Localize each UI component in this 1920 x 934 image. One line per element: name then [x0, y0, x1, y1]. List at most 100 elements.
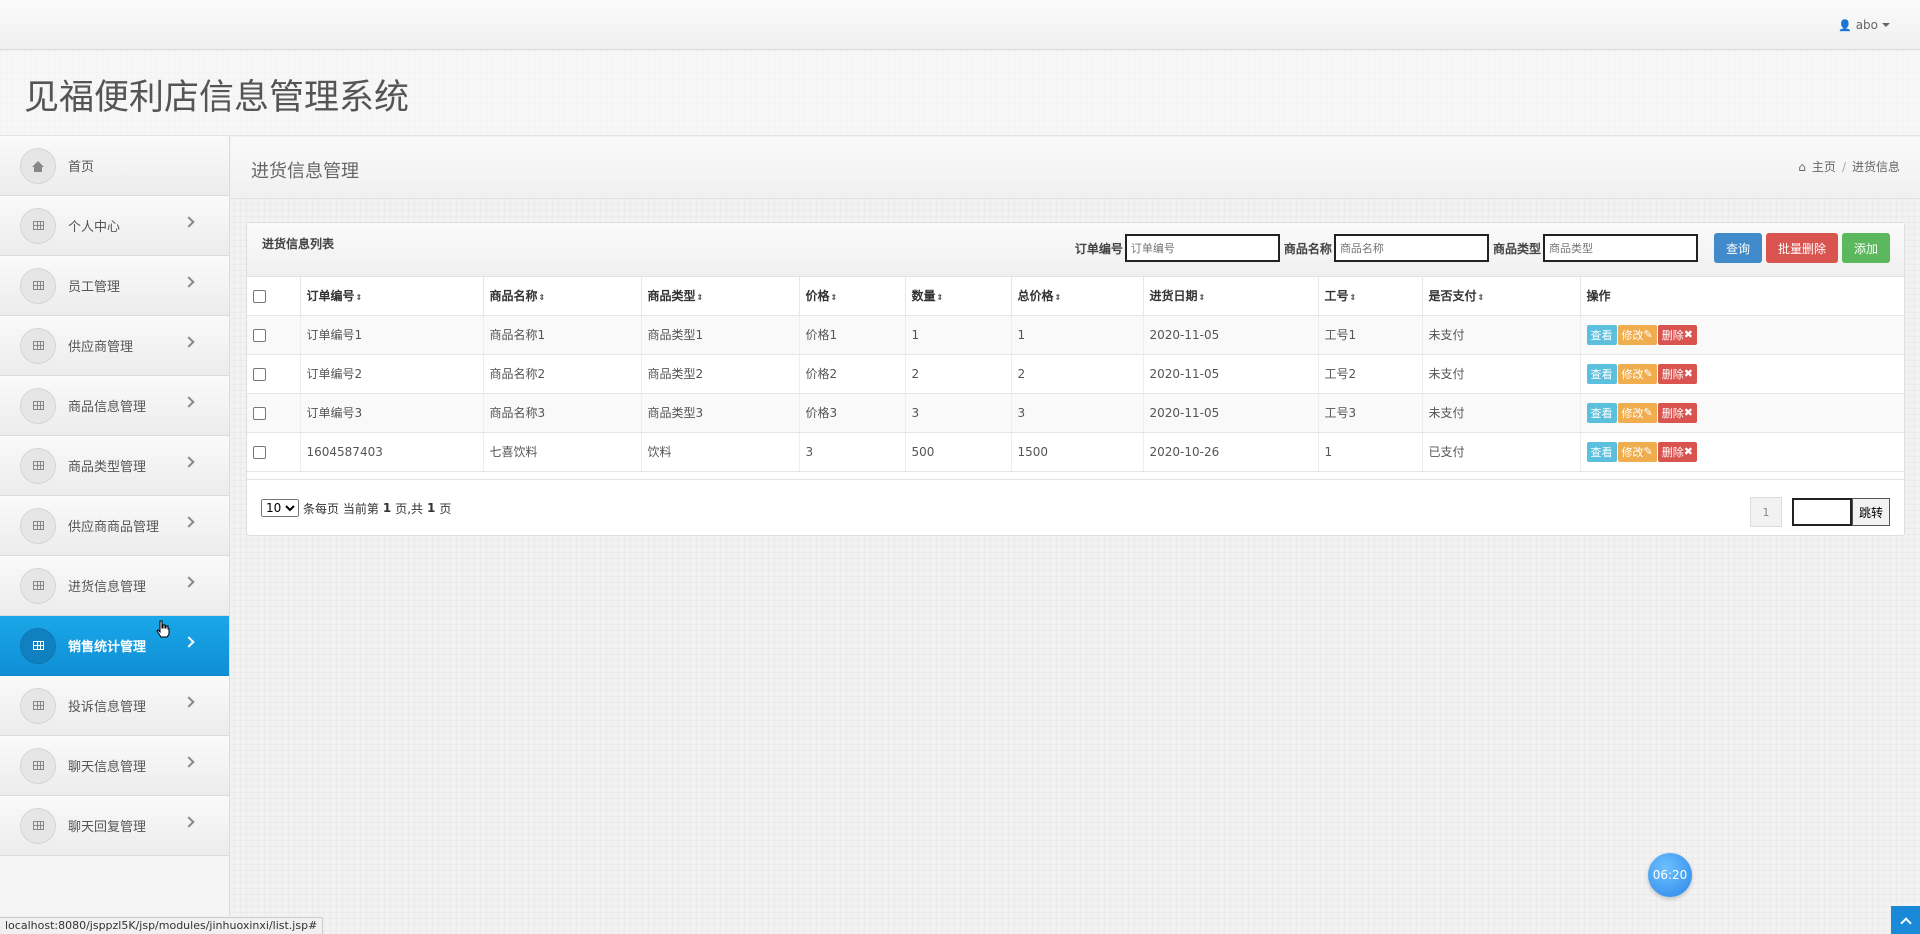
sidebar-item-9[interactable]: 投诉信息管理 — [0, 676, 229, 736]
sidebar-icon-circle — [20, 807, 56, 844]
column-header[interactable]: 价格⇕ — [799, 277, 906, 316]
clock-widget[interactable]: 06:20 — [1648, 853, 1692, 897]
jump-page-input[interactable] — [1791, 498, 1852, 526]
column-header[interactable]: 订单编号⇕ — [300, 277, 484, 316]
view-button-label: 查看 — [1590, 367, 1613, 381]
edit-button[interactable]: 修改 ✎ — [1617, 402, 1657, 423]
column-header-label: 是否支付 — [1428, 289, 1477, 304]
table-cell: 1500 — [1011, 432, 1144, 472]
view-button[interactable]: 查看 — [1586, 402, 1617, 423]
sidebar-item-label: 聊天回复管理 — [68, 820, 147, 835]
view-button[interactable]: 查看 — [1586, 441, 1617, 462]
delete-button[interactable]: 删除 ✖ — [1657, 441, 1697, 462]
sidebar-item-label: 销售统计管理 — [68, 640, 147, 655]
column-header[interactable]: 数量⇕ — [905, 277, 1012, 316]
sidebar-item-label: 首页 — [68, 160, 95, 175]
query-button[interactable]: 查询 — [1713, 233, 1762, 263]
grid-icon — [32, 341, 44, 350]
sidebar-item-8[interactable]: 销售统计管理 — [0, 616, 229, 676]
sidebar-item-5[interactable]: 商品类型管理 — [0, 436, 229, 496]
sidebar-item-label: 供应商商品管理 — [68, 520, 160, 535]
delete-button[interactable]: 删除 ✖ — [1657, 402, 1697, 423]
column-header: 操作 — [1580, 277, 1904, 316]
select-all-checkbox[interactable] — [253, 289, 266, 303]
sidebar-item-11[interactable]: 聊天回复管理 — [0, 796, 229, 856]
row-checkbox[interactable] — [253, 328, 266, 342]
sidebar-item-3[interactable]: 供应商管理 — [0, 316, 229, 376]
table-cell: 订单编号1 — [300, 315, 484, 355]
column-header[interactable]: 商品类型⇕ — [641, 277, 800, 316]
column-header[interactable]: 总价格⇕ — [1011, 277, 1144, 316]
sidebar-item-10[interactable]: 聊天信息管理 — [0, 736, 229, 796]
scroll-to-top-button[interactable] — [1891, 906, 1920, 934]
sidebar-item-label: 商品类型管理 — [68, 460, 147, 475]
row-actions-cell: 查看 修改 ✎ 删除 ✖ — [1580, 393, 1904, 433]
chevron-right-icon — [183, 696, 195, 708]
grid-icon — [32, 461, 44, 470]
edit-button[interactable]: 修改 ✎ — [1617, 441, 1657, 462]
close-icon: ✖ — [1683, 406, 1693, 419]
grid-icon — [32, 401, 44, 410]
sidebar-icon-circle — [20, 147, 56, 184]
row-checkbox[interactable] — [253, 406, 266, 420]
sort-icon: ⇕ — [936, 293, 944, 303]
breadcrumb-home[interactable]: 主页 — [1812, 158, 1836, 175]
table-cell: 3 — [905, 393, 1012, 433]
delete-button[interactable]: 删除 ✖ — [1657, 363, 1697, 384]
table-cell: 1 — [1318, 432, 1423, 472]
table-cell: 未支付 — [1422, 315, 1581, 355]
view-button[interactable]: 查看 — [1586, 324, 1617, 345]
edit-button-label: 修改 — [1621, 328, 1644, 342]
table-cell: 商品类型3 — [641, 393, 800, 433]
batch-delete-button[interactable]: 批量删除 — [1765, 233, 1838, 263]
panel-title: 进货信息列表 — [262, 237, 335, 251]
delete-button[interactable]: 删除 ✖ — [1657, 324, 1697, 345]
row-checkbox[interactable] — [253, 445, 266, 459]
sidebar-icon-circle — [20, 567, 56, 604]
user-menu[interactable]: 👤 abo — [1838, 18, 1890, 32]
product-name-input[interactable] — [1333, 234, 1489, 262]
pencil-icon: ✎ — [1643, 406, 1653, 419]
sidebar-item-7[interactable]: 进货信息管理 — [0, 556, 229, 616]
page-size-select[interactable]: 10 — [261, 499, 299, 517]
view-button-label: 查看 — [1590, 328, 1613, 342]
product-type-input[interactable] — [1542, 234, 1698, 262]
sidebar-item-2[interactable]: 员工管理 — [0, 256, 229, 316]
jump-button[interactable]: 跳转 — [1851, 498, 1890, 526]
sidebar-item-0[interactable]: 首页 — [0, 136, 229, 196]
sidebar-item-label: 个人中心 — [68, 220, 121, 235]
grid-icon — [32, 281, 44, 290]
edit-button[interactable]: 修改 ✎ — [1617, 324, 1657, 345]
sort-icon: ⇕ — [1054, 293, 1062, 303]
column-header[interactable]: 进货日期⇕ — [1143, 277, 1319, 316]
panel-header: 进货信息列表 订单编号 商品名称 商品类型 查询 批量删除 添加 — [247, 223, 1904, 277]
delete-button-label: 删除 — [1661, 406, 1684, 420]
grid-icon — [32, 641, 44, 650]
table-cell: 工号1 — [1318, 315, 1423, 355]
sidebar-item-4[interactable]: 商品信息管理 — [0, 376, 229, 436]
order-no-input[interactable] — [1124, 234, 1280, 262]
sidebar-item-label: 供应商管理 — [68, 340, 134, 355]
sidebar-item-6[interactable]: 供应商商品管理 — [0, 496, 229, 556]
sidebar-item-label: 聊天信息管理 — [68, 760, 147, 775]
column-header[interactable]: 是否支付⇕ — [1422, 277, 1581, 316]
table-cell: 未支付 — [1422, 354, 1581, 394]
view-button-label: 查看 — [1590, 445, 1613, 459]
grid-icon — [32, 761, 44, 770]
home-icon: ⌂ — [1798, 159, 1806, 174]
breadcrumb-current: 进货信息 — [1851, 160, 1900, 174]
sidebar-icon-circle — [20, 687, 56, 724]
column-header[interactable]: 商品名称⇕ — [483, 277, 642, 316]
column-header[interactable]: 工号⇕ — [1318, 277, 1423, 316]
sidebar-item-1[interactable]: 个人中心 — [0, 196, 229, 256]
view-button-label: 查看 — [1590, 406, 1613, 420]
table-cell: 2020-11-05 — [1143, 393, 1319, 433]
row-checkbox[interactable] — [253, 367, 266, 381]
view-button[interactable]: 查看 — [1586, 363, 1617, 384]
table-cell: 1604587403 — [300, 432, 484, 472]
page-1-button[interactable]: 1 — [1749, 497, 1782, 527]
sidebar-icon-circle — [20, 747, 56, 784]
edit-button[interactable]: 修改 ✎ — [1617, 363, 1657, 384]
product-name-label: 商品名称 — [1283, 241, 1332, 256]
add-button[interactable]: 添加 — [1841, 233, 1890, 263]
